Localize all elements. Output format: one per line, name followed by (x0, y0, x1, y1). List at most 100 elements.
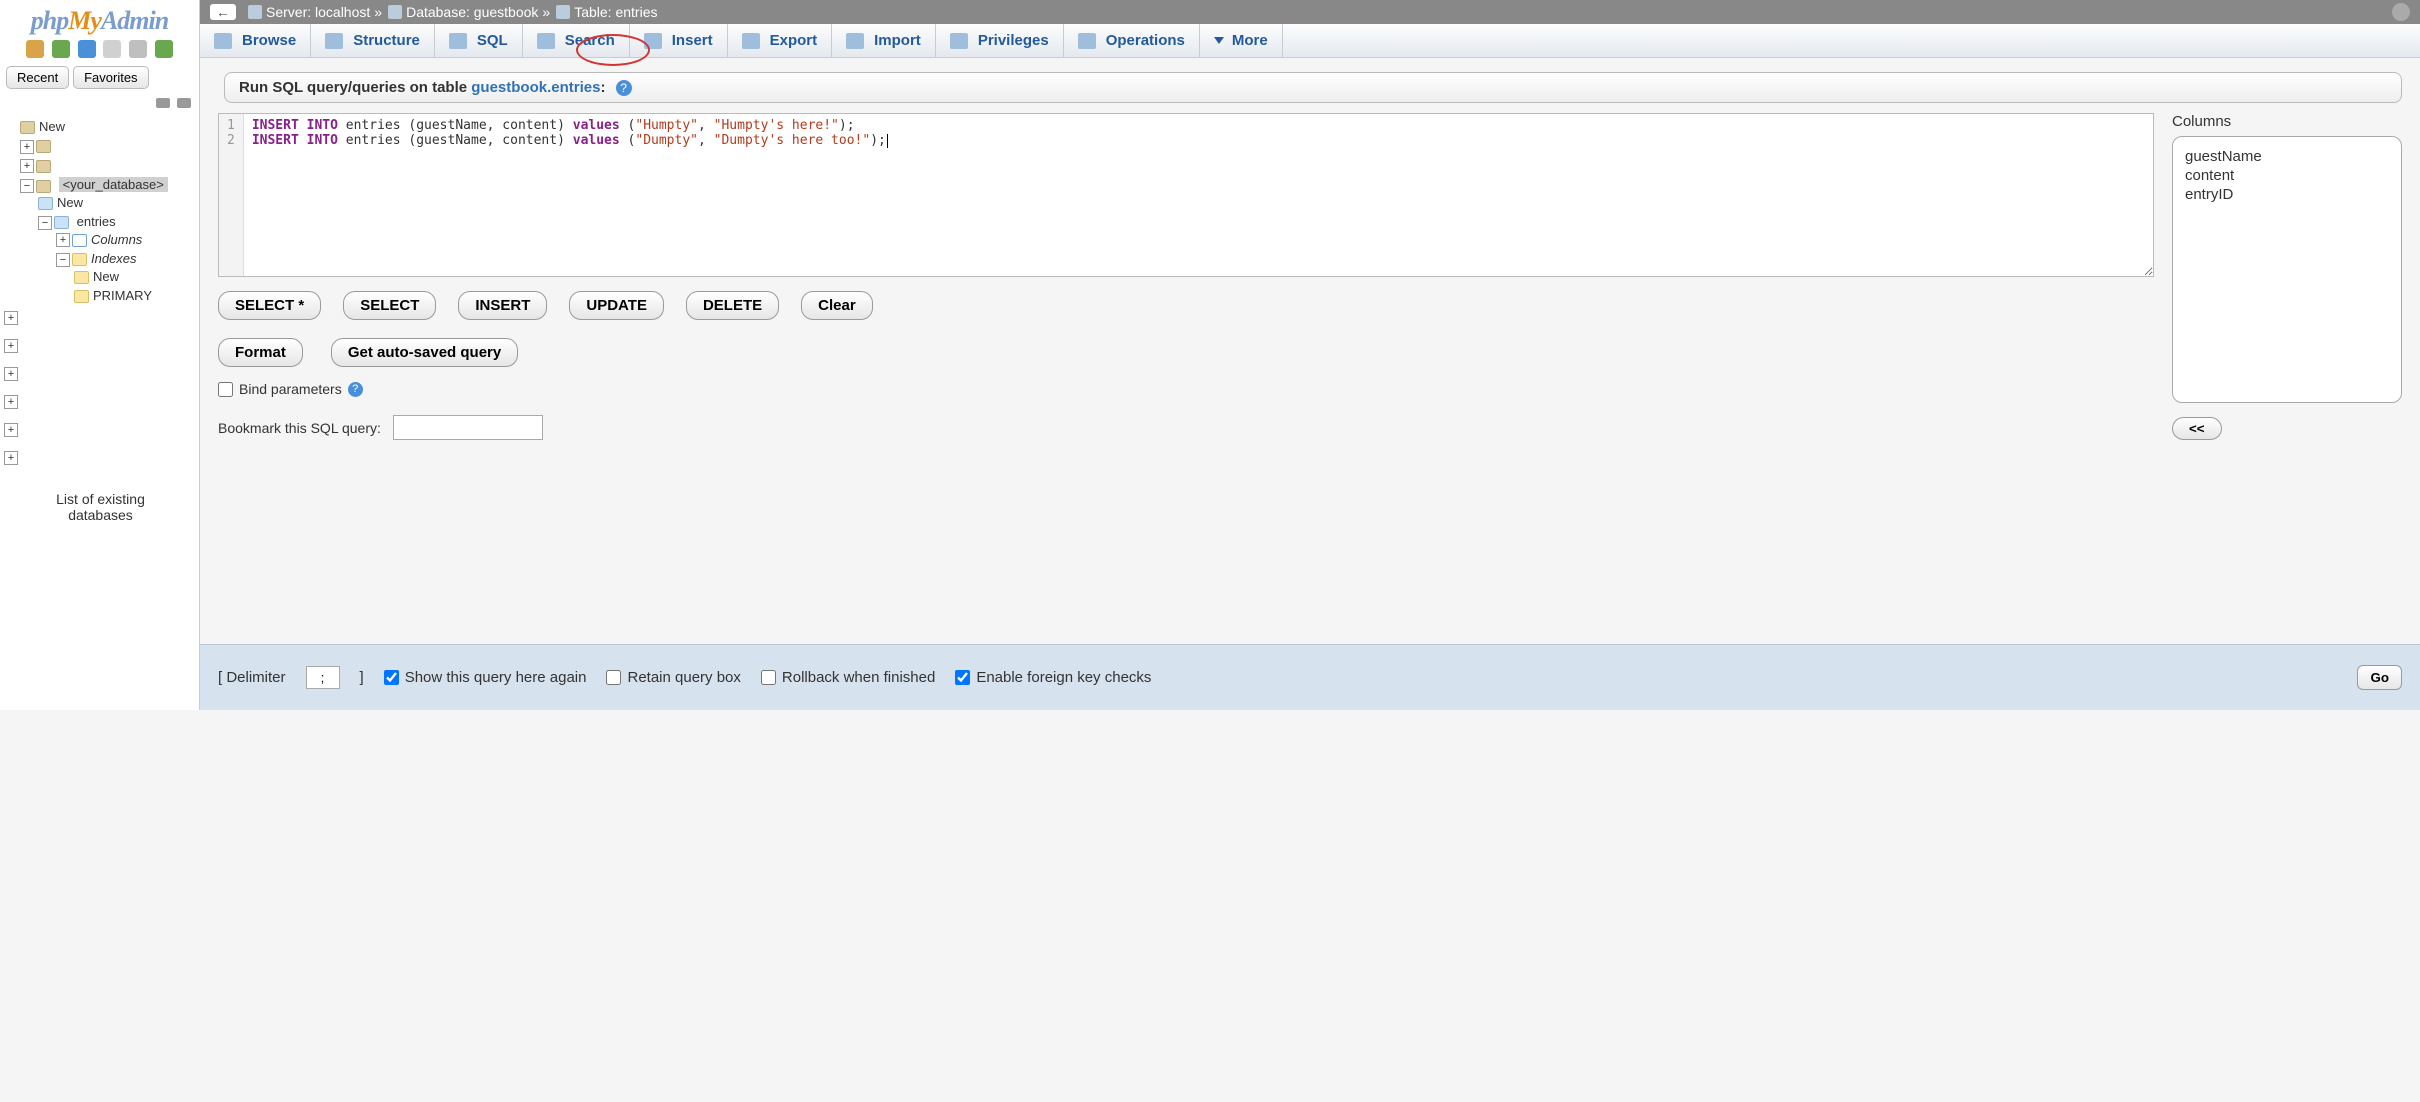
delete-button[interactable]: DELETE (686, 291, 779, 320)
tree-entries[interactable]: entries (77, 214, 116, 229)
recent-tab[interactable]: Recent (6, 66, 69, 89)
text-cursor (887, 134, 888, 148)
expand-toggle[interactable]: + (4, 311, 18, 325)
back-arrow-icon[interactable]: ← (210, 4, 236, 20)
expand-toggle[interactable]: + (4, 395, 18, 409)
panel-toolbar (0, 38, 199, 62)
collapse-toggle[interactable]: − (20, 179, 34, 193)
bc-server-label: Server: (266, 4, 311, 20)
tree-columns[interactable]: Columns (91, 232, 142, 247)
insert-button[interactable]: INSERT (458, 291, 547, 320)
fk-label: Enable foreign key checks (976, 669, 1151, 686)
show-again-checkbox[interactable] (384, 670, 399, 685)
breadcrumb-sep: » (542, 4, 550, 20)
bookmark-input[interactable] (393, 415, 543, 440)
help-icon[interactable] (78, 40, 96, 58)
tab-privileges[interactable]: Privileges (936, 24, 1064, 57)
tab-structure[interactable]: Structure (311, 24, 435, 57)
breadcrumb: ← Server: localhost » Database: guestboo… (200, 0, 2420, 24)
columns-header: Columns (2172, 113, 2402, 130)
tab-insert[interactable]: Insert (630, 24, 728, 57)
privileges-icon (950, 33, 968, 49)
go-button[interactable]: Go (2357, 665, 2402, 690)
favorites-tab[interactable]: Favorites (73, 66, 148, 89)
expand-toggle[interactable]: + (56, 233, 70, 247)
collapse-all-icon[interactable] (156, 98, 170, 108)
bookmark-label: Bookmark this SQL query: (218, 420, 381, 436)
show-again-label: Show this query here again (405, 669, 587, 686)
tab-search[interactable]: Search (523, 24, 630, 57)
expand-toggle[interactable]: + (4, 451, 18, 465)
tree-indexes[interactable]: Indexes (91, 251, 137, 266)
index-new-icon (74, 271, 89, 284)
columns-list[interactable]: guestName content entryID (2172, 136, 2402, 403)
logout-icon[interactable] (52, 40, 70, 58)
collapse-toggle[interactable]: − (38, 216, 52, 230)
bc-server[interactable]: localhost (315, 4, 370, 20)
table-new-icon (38, 197, 53, 210)
tab-operations[interactable]: Operations (1064, 24, 1200, 57)
table-link[interactable]: guestbook.entries (471, 79, 600, 96)
export-icon (742, 33, 760, 49)
search-icon (537, 33, 555, 49)
query-window-icon[interactable] (103, 40, 121, 58)
settings-icon[interactable] (129, 40, 147, 58)
update-button[interactable]: UPDATE (569, 291, 664, 320)
reload-icon[interactable] (155, 40, 173, 58)
bottom-options-bar: [ Delimiter ] Show this query here again… (200, 644, 2420, 710)
bind-params-checkbox[interactable] (218, 382, 233, 397)
delimiter-input[interactable] (306, 666, 340, 689)
expand-toggle[interactable]: + (4, 423, 18, 437)
insert-icon (644, 33, 662, 49)
tree-primary[interactable]: PRIMARY (93, 288, 152, 303)
line-gutter: 12 (219, 114, 244, 276)
page-settings-icon[interactable] (2392, 3, 2410, 21)
column-item[interactable]: content (2185, 166, 2389, 185)
retain-checkbox[interactable] (606, 670, 621, 685)
import-icon (846, 33, 864, 49)
tab-import[interactable]: Import (832, 24, 936, 57)
sql-editor[interactable]: 12 INSERT INTO entries (guestName, conte… (218, 113, 2154, 277)
column-item[interactable]: guestName (2185, 147, 2389, 166)
select-button[interactable]: SELECT (343, 291, 436, 320)
expand-toggle[interactable]: + (4, 367, 18, 381)
expand-toggle[interactable]: + (20, 140, 34, 154)
tree-db-new[interactable]: New (57, 195, 83, 210)
bc-db[interactable]: guestbook (474, 4, 539, 20)
select-all-button[interactable]: SELECT * (218, 291, 321, 320)
tab-export[interactable]: Export (728, 24, 833, 57)
sql-code[interactable]: INSERT INTO entries (guestName, content)… (244, 114, 896, 276)
db-icon (36, 180, 51, 193)
retain-label: Retain query box (627, 669, 740, 686)
get-autosaved-button[interactable]: Get auto-saved query (331, 338, 518, 367)
tab-sql[interactable]: SQL (435, 24, 523, 57)
clear-button[interactable]: Clear (801, 291, 873, 320)
home-icon[interactable] (26, 40, 44, 58)
database-icon (388, 5, 402, 19)
sql-icon (449, 33, 467, 49)
rollback-checkbox[interactable] (761, 670, 776, 685)
fk-checkbox[interactable] (955, 670, 970, 685)
tree-index-new[interactable]: New (93, 269, 119, 284)
tree-your-database[interactable]: <your_database> (59, 177, 168, 192)
table-icon (556, 5, 570, 19)
link-icon[interactable] (177, 98, 191, 108)
tab-more[interactable]: More (1200, 24, 1283, 57)
column-item[interactable]: entryID (2185, 185, 2389, 204)
format-button[interactable]: Format (218, 338, 303, 367)
collapse-toggle[interactable]: − (56, 253, 70, 267)
rollback-label: Rollback when finished (782, 669, 935, 686)
insert-column-button[interactable]: << (2172, 417, 2222, 440)
bc-table[interactable]: entries (615, 4, 657, 20)
expand-toggle[interactable]: + (20, 159, 34, 173)
bc-db-label: Database: (406, 4, 470, 20)
db-icon (36, 160, 51, 173)
phpmyadmin-logo[interactable]: phpMyAdmin (0, 0, 199, 38)
index-primary-icon (74, 290, 89, 303)
tab-browse[interactable]: Browse (200, 24, 311, 57)
operations-icon (1078, 33, 1096, 49)
help-icon[interactable]: ? (616, 80, 632, 96)
expand-toggle[interactable]: + (4, 339, 18, 353)
tree-new[interactable]: New (39, 119, 65, 134)
help-icon[interactable]: ? (348, 382, 363, 397)
